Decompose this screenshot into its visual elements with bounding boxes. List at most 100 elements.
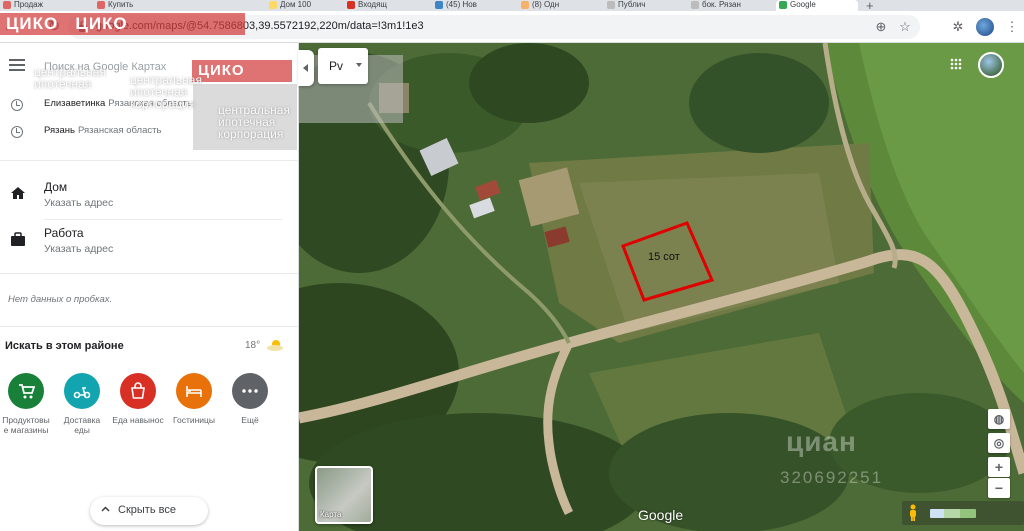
extensions-icon[interactable]: ✲ <box>950 19 966 35</box>
category-takeout[interactable]: Еда навынос <box>110 373 166 425</box>
tab-title: Публич <box>618 0 646 9</box>
zoom-out-label: − <box>994 480 1004 496</box>
browser-tab[interactable]: Дом 100 <box>266 0 322 11</box>
place-name: Работа <box>44 226 84 240</box>
collapse-panel-button[interactable] <box>298 50 314 86</box>
browser-tab[interactable]: Входящ <box>344 0 410 11</box>
weather-cloud-icon <box>267 340 283 351</box>
watermark-text: центральная ипотечная <box>34 66 106 90</box>
google-maps-favicon-icon <box>779 1 787 9</box>
category-more[interactable]: Ещё <box>222 373 278 425</box>
satellite-map[interactable] <box>299 43 1024 531</box>
tab-favicon-icon <box>3 1 11 9</box>
bed-icon <box>176 373 212 409</box>
recent-item-text: Рязань Рязанская область <box>44 125 161 136</box>
watermark-brand: ЦИКО <box>198 62 245 79</box>
history-icon <box>11 126 23 138</box>
browser-tab[interactable]: Купить <box>94 0 164 11</box>
google-logo: Google <box>638 507 684 523</box>
browser-tab-active[interactable]: Google <box>776 0 858 11</box>
profile-avatar[interactable] <box>976 18 994 36</box>
new-tab-icon[interactable]: + <box>866 0 874 11</box>
divider <box>44 219 282 220</box>
category-label: Доставка еды <box>63 415 101 435</box>
tab-favicon-icon <box>97 1 105 9</box>
layer-value: Рv <box>329 59 344 73</box>
category-hotels[interactable]: Гостиницы <box>166 373 222 425</box>
briefcase-icon <box>11 232 25 246</box>
tab-favicon-icon <box>269 1 277 9</box>
divider <box>0 326 298 327</box>
history-icon <box>11 99 23 111</box>
divider <box>0 160 298 161</box>
recent-name: Елизаветинка <box>44 98 106 109</box>
zoom-in-button[interactable]: + <box>988 457 1010 477</box>
tab-title: Купить <box>108 0 134 9</box>
map-layer-dropdown[interactable]: Рv <box>318 48 368 84</box>
cian-watermark: циан <box>786 426 857 457</box>
category-groceries[interactable]: Продуктовы е магазины <box>0 373 54 435</box>
browser-tab[interactable]: Публич <box>604 0 668 11</box>
satellite-imagery <box>299 43 1024 531</box>
browser-tab[interactable]: (8) Одн <box>518 0 582 11</box>
pegman-icon[interactable] <box>908 504 918 522</box>
dropdown-arrow-icon <box>356 63 362 67</box>
traffic-status: Нет данных о пробках. <box>8 294 113 305</box>
more-horiz-icon <box>232 373 268 409</box>
recent-name: Рязань <box>44 125 76 136</box>
tab-title: (8) Одн <box>532 0 560 9</box>
hide-all-button[interactable]: Скрыть все <box>90 497 208 525</box>
ok-icon <box>521 1 529 9</box>
category-label: Ещё <box>241 415 259 425</box>
tab-title: Google <box>790 0 816 9</box>
watermark-line: корпорация <box>130 97 196 111</box>
apps-grid-icon[interactable] <box>950 58 962 70</box>
watermark-text: центральная ипотечная корпорация <box>218 104 290 140</box>
tab-title: (45) Нов <box>446 0 477 9</box>
my-location-icon[interactable]: ◎ <box>988 433 1010 453</box>
place-name: Дом <box>44 180 68 194</box>
more-vert-icon[interactable]: ⋮ <box>1004 19 1020 35</box>
watermark-line: ипотечная <box>34 77 92 91</box>
imagery-thumbnails <box>930 509 976 518</box>
divider <box>0 273 298 274</box>
gmail-icon <box>347 1 355 9</box>
zoom-plus-icon[interactable]: ⊕ <box>873 19 889 35</box>
category-label: Гостиницы <box>172 415 216 425</box>
map-type-toggle[interactable]: Карта <box>315 466 373 524</box>
nearby-heading: Искать в этом районе <box>5 340 124 352</box>
tab-favicon-icon <box>691 1 699 9</box>
tab-favicon-icon <box>607 1 615 9</box>
chevron-up-icon <box>101 506 110 512</box>
zoom-out-button[interactable]: − <box>988 478 1010 498</box>
account-avatar[interactable] <box>978 52 1004 78</box>
watermark-line: корпорация <box>218 127 284 141</box>
zoom-in-label: + <box>994 459 1004 475</box>
recent-region: Рязанская область <box>78 125 162 136</box>
watermark-brand: ЦИКО <box>6 14 59 33</box>
map-type-label: Карта <box>320 510 342 519</box>
category-label: Продуктовы е магазины <box>2 415 50 435</box>
tab-title: Входящ <box>358 0 388 9</box>
home-place[interactable]: Дом Указать адрес <box>0 177 298 219</box>
category-label: Еда навынос <box>112 415 164 425</box>
home-icon <box>11 187 25 199</box>
watermark-brand: ЦИКО <box>75 14 128 33</box>
place-sub: Указать адрес <box>44 197 114 209</box>
tab-title: Дом 100 <box>280 0 312 9</box>
bookmark-star-icon[interactable]: ☆ <box>897 19 913 35</box>
browser-tab[interactable]: (45) Нов <box>432 0 496 11</box>
cart-icon <box>8 373 44 409</box>
browser-tab[interactable]: бок. Рязан <box>688 0 760 11</box>
takeout-bag-icon <box>120 373 156 409</box>
tab-strip: Продаж Купить Дом 100 Входящ (45) Нов (8… <box>0 0 1024 11</box>
hide-all-label: Скрыть все <box>118 504 176 516</box>
globe-icon[interactable]: ◍ <box>988 409 1010 429</box>
category-delivery[interactable]: Доставка еды <box>54 373 110 435</box>
street-view-bar[interactable] <box>902 501 1024 525</box>
work-place[interactable]: Работа Указать адрес <box>0 223 298 265</box>
ciko-watermark-logo: ЦИКО ЦИКО <box>0 13 245 35</box>
menu-icon[interactable] <box>9 59 25 73</box>
browser-tab[interactable]: Продаж <box>0 0 66 11</box>
tab-title: Продаж <box>14 0 43 9</box>
